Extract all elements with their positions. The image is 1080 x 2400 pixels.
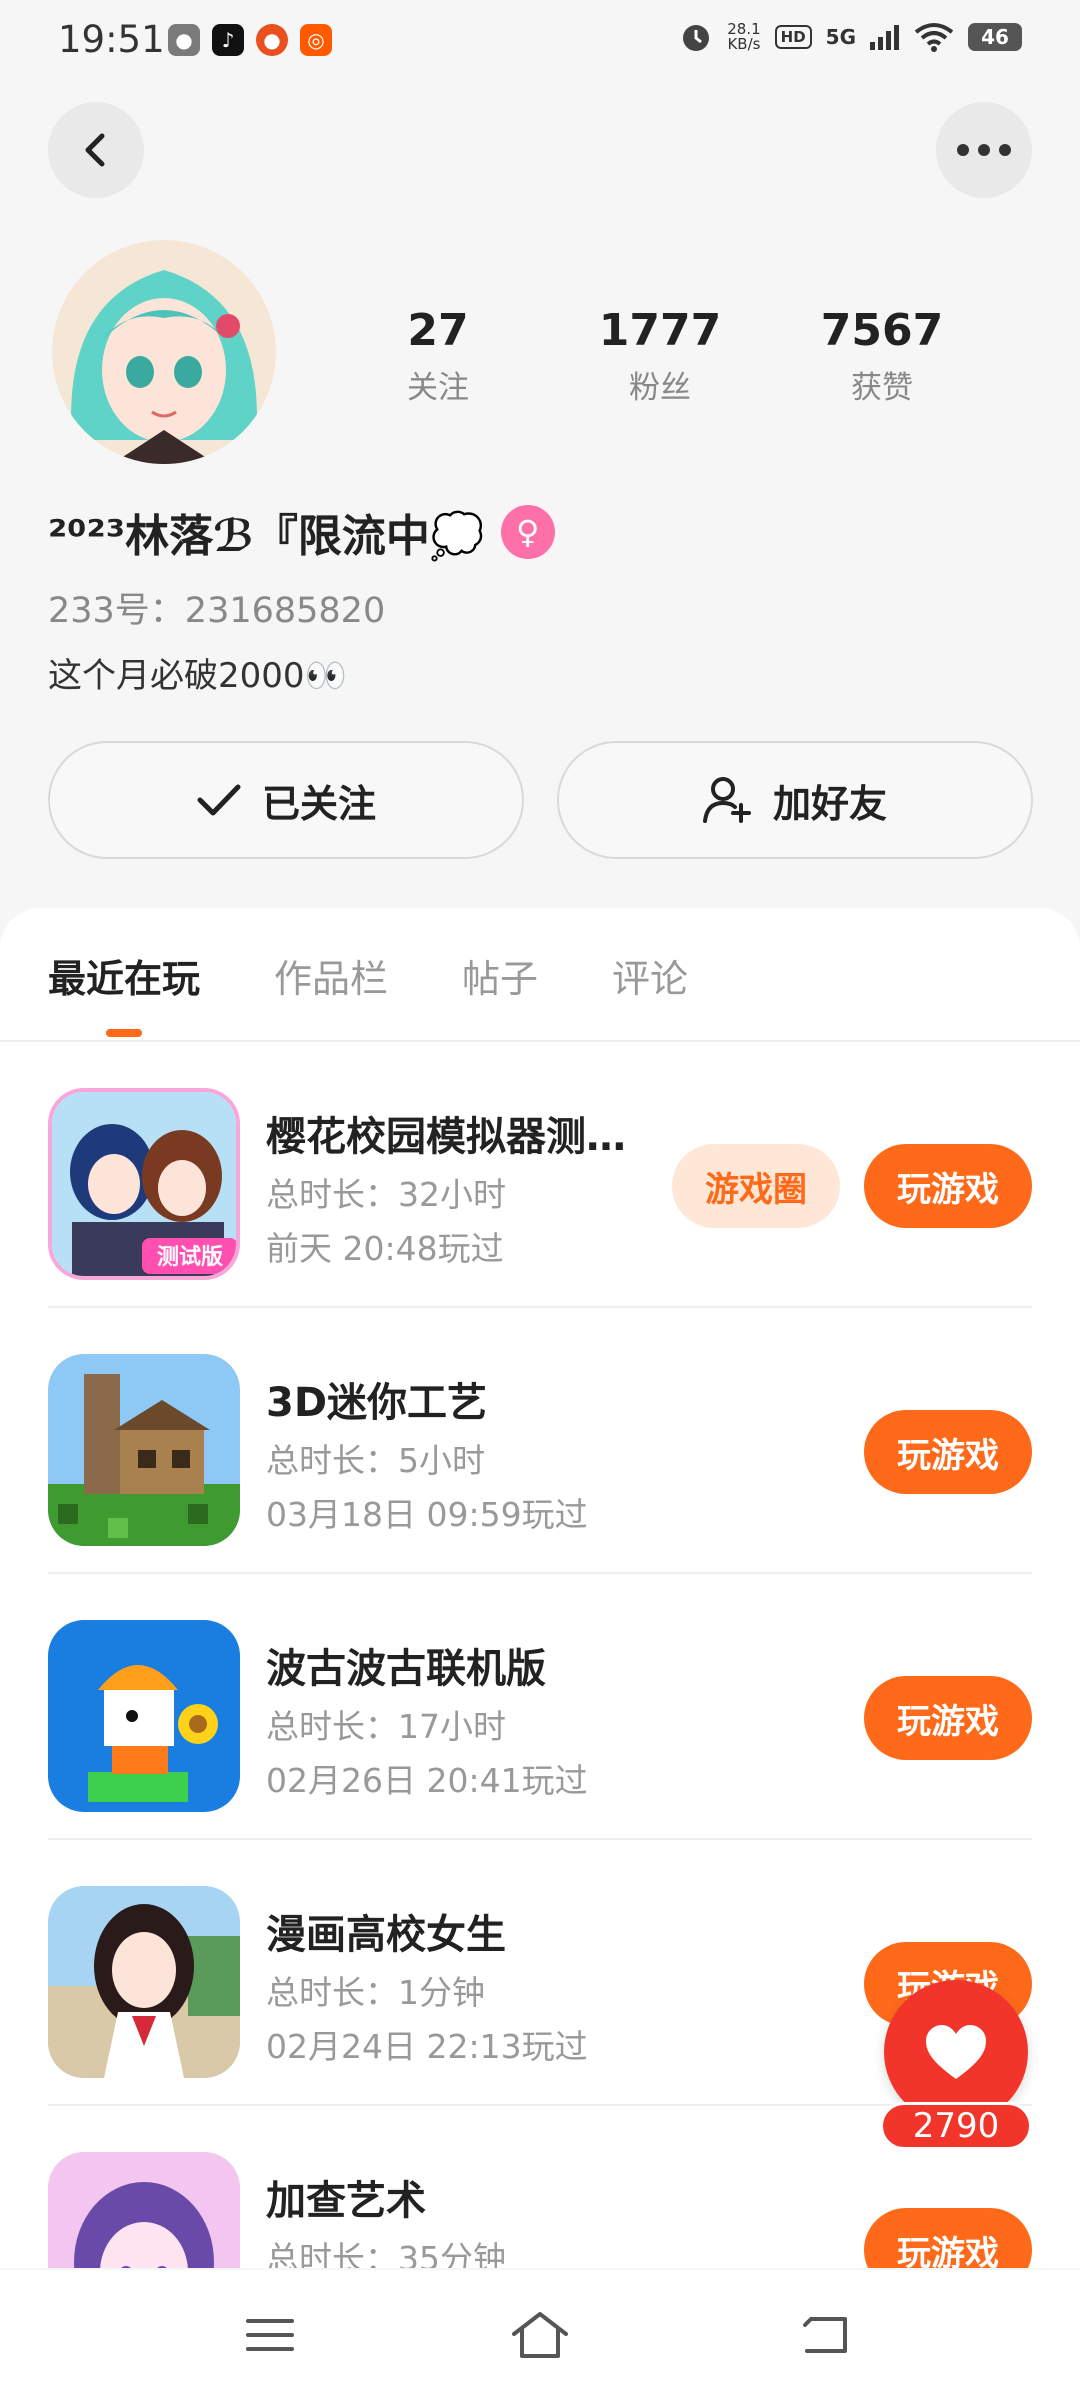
user-id: 233号：231685820 [48, 591, 386, 631]
game-duration: 总时长：5小时 [266, 1441, 485, 1480]
game-last-played: 02月24日 22:13玩过 [266, 2027, 588, 2066]
game-circle-button[interactable]: 游戏圈 [672, 1144, 840, 1228]
return-icon [803, 2317, 847, 2353]
stat-followers[interactable]: 1777 粉丝 [560, 305, 760, 407]
like-count-badge: 2790 [880, 2102, 1032, 2150]
avatar[interactable] [52, 240, 276, 464]
game-icon-gacha-art[interactable] [48, 2152, 240, 2268]
game-row[interactable]: 漫画高校女生 总时长：1分钟 02月24日 22:13玩过 玩游戏 [48, 1840, 1032, 2106]
play-game-button[interactable]: 玩游戏 [864, 1144, 1032, 1228]
game-artwork: 测试版 [52, 1092, 236, 1276]
signal-icon [870, 25, 899, 50]
game-title: 加查艺术 [266, 2178, 426, 2224]
nickname: ²⁰²³林落ℬ『限流中💭 [48, 511, 485, 562]
home-nav-button[interactable] [510, 2310, 570, 2360]
battery-indicator: 46 [968, 23, 1022, 51]
game-title: 波古波古联机版 [266, 1646, 546, 1692]
hd-badge: HD [774, 25, 812, 49]
game-duration: 总时长：32小时 [266, 1175, 506, 1214]
add-friend-button[interactable]: 加好友 [557, 741, 1033, 859]
game-artwork [48, 1354, 240, 1546]
chevron-left-icon [85, 133, 105, 167]
tab-label: 最近在玩 [48, 957, 201, 1001]
status-bar: 19:51 ● ♪ ● ◎ 28.1 KB/s HD 5G 46 [0, 0, 1080, 84]
tab-works[interactable]: 作品栏 [274, 948, 388, 1003]
wifi-icon [914, 23, 954, 52]
profile-tabs: 最近在玩 作品栏 帖子 评论 [48, 948, 762, 1037]
tab-posts[interactable]: 帖子 [462, 948, 538, 1003]
network-speed: 28.1 KB/s [727, 22, 760, 52]
stat-value: 27 [407, 305, 469, 356]
stat-likes[interactable]: 7567 获赞 [782, 305, 982, 407]
game-duration: 总时长：17小时 [266, 1707, 506, 1746]
add-user-icon [702, 777, 751, 823]
menu-icon [246, 2319, 294, 2351]
tab-comments[interactable]: 评论 [612, 948, 688, 1003]
tab-active-indicator [106, 1029, 142, 1037]
game-last-played: 02月26日 20:41玩过 [266, 1761, 588, 1800]
followed-button[interactable]: 已关注 [48, 741, 524, 859]
checkmark-icon [197, 784, 241, 816]
game-duration: 总时长：35分钟 [266, 2239, 506, 2268]
stat-value: 1777 [598, 305, 722, 356]
more-dots-icon [957, 144, 1011, 156]
network-type: 5G [825, 25, 856, 49]
game-icon-manga-school-girl[interactable] [48, 1886, 240, 2078]
tiktok-icon: ♪ [212, 24, 244, 56]
game-title: 樱花校园模拟器测… [266, 1114, 626, 1160]
game-last-played: 前天 20:48玩过 [266, 1229, 504, 1268]
play-game-button[interactable]: 玩游戏 [864, 2208, 1032, 2268]
tab-label: 作品栏 [274, 957, 389, 1001]
heart-icon [926, 2025, 986, 2079]
stat-label: 粉丝 [629, 370, 691, 406]
stat-value: 7567 [820, 305, 944, 356]
back-button[interactable] [48, 102, 144, 198]
system-nav-bar [0, 2270, 1080, 2400]
game-artwork [48, 1620, 240, 1812]
play-game-button[interactable]: 玩游戏 [864, 1676, 1032, 1760]
home-icon [512, 2312, 568, 2358]
wechat-icon: ● [168, 24, 200, 56]
game-icon-sakura-school[interactable]: 测试版 [48, 1088, 240, 1280]
game-duration: 总时长：1分钟 [266, 1973, 485, 2012]
status-right: 28.1 KB/s HD 5G 46 [679, 20, 1022, 54]
back-nav-button[interactable] [796, 2310, 856, 2360]
svg-text:测试版: 测试版 [157, 1245, 223, 1270]
alarm-icon [683, 25, 710, 51]
female-gender-icon: ♀ [500, 505, 555, 559]
followed-label: 已关注 [261, 781, 376, 826]
stat-label: 获赞 [851, 370, 913, 406]
tab-recently-played[interactable]: 最近在玩 [48, 948, 201, 1037]
stat-following[interactable]: 27 关注 [338, 305, 538, 407]
game-row[interactable]: 波古波古联机版 总时长：17小时 02月26日 20:41玩过 玩游戏 [48, 1574, 1032, 1840]
game-title: 3D迷你工艺 [266, 1380, 488, 1426]
bio: 这个月必破2000👀 [48, 656, 347, 696]
status-app-icons: ● ♪ ● ◎ [168, 24, 332, 56]
game-last-played: 03月18日 09:59玩过 [266, 1495, 588, 1534]
game-artwork [48, 1886, 240, 2078]
nickname-row: ²⁰²³林落ℬ『限流中💭 ♀ [48, 500, 555, 564]
menu-nav-button[interactable] [240, 2310, 300, 2360]
avatar-image [52, 240, 276, 464]
play-game-button[interactable]: 玩游戏 [864, 1410, 1032, 1494]
game-row[interactable]: 3D迷你工艺 总时长：5小时 03月18日 09:59玩过 玩游戏 [48, 1308, 1032, 1574]
game-artwork [48, 2152, 240, 2268]
stat-label: 关注 [407, 370, 469, 406]
game-title: 漫画高校女生 [266, 1912, 506, 1958]
game-icon-bogu-bogu[interactable] [48, 1620, 240, 1812]
game-icon-3d-mini-craft[interactable] [48, 1354, 240, 1546]
game-row[interactable]: 测试版 樱花校园模拟器测… 总时长：32小时 前天 20:48玩过 游戏圈 玩游… [48, 1042, 1032, 1308]
speed-unit: KB/s [727, 35, 761, 53]
tab-label: 帖子 [462, 957, 539, 1001]
weibo-icon: ● [256, 24, 288, 56]
tab-label: 评论 [612, 957, 689, 1001]
taobao-icon: ◎ [300, 24, 332, 56]
status-time: 19:51 [58, 18, 165, 61]
add-friend-label: 加好友 [772, 781, 887, 826]
more-button[interactable] [936, 102, 1032, 198]
